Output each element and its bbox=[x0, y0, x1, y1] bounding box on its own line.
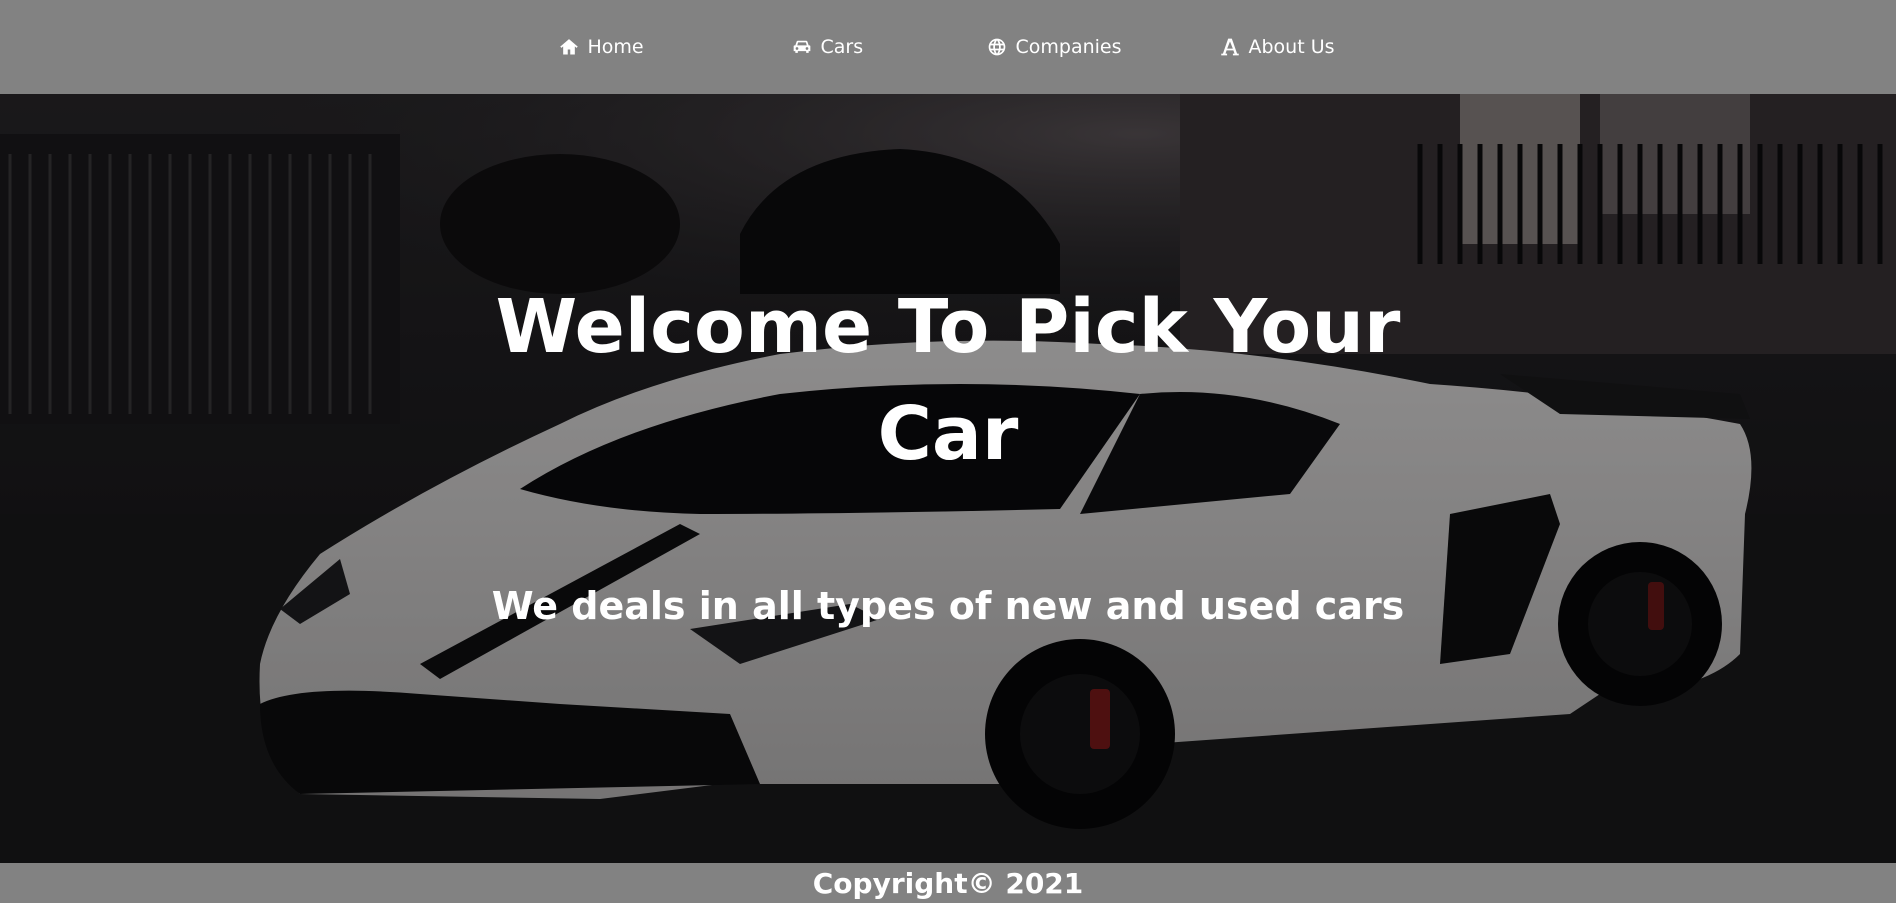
nav-label-about: About Us bbox=[1248, 36, 1335, 58]
home-icon bbox=[558, 36, 580, 58]
hero-title-line-1: Welcome To Pick Your bbox=[495, 284, 1401, 370]
nav-label-companies: Companies bbox=[1015, 36, 1122, 58]
nav-item-companies[interactable]: Companies bbox=[986, 36, 1219, 58]
nav-label-home: Home bbox=[587, 36, 644, 58]
nav-item-cars[interactable]: Cars bbox=[791, 36, 986, 58]
navbar: Home Cars Companies About Us bbox=[0, 0, 1896, 94]
nav-list: Home Cars Companies About Us bbox=[558, 36, 1339, 58]
nav-item-home[interactable]: Home bbox=[558, 36, 791, 58]
hero-title: Welcome To Pick Your Car bbox=[0, 274, 1896, 488]
nav-item-about[interactable]: About Us bbox=[1219, 36, 1339, 58]
globe-icon bbox=[986, 36, 1008, 58]
nav-label-cars: Cars bbox=[820, 36, 864, 58]
hero-section: Welcome To Pick Your Car We deals in all… bbox=[0, 94, 1896, 863]
font-a-icon bbox=[1219, 36, 1241, 58]
hero-title-line-2: Car bbox=[877, 391, 1019, 477]
car-icon bbox=[791, 36, 813, 58]
hero-subtitle: We deals in all types of new and used ca… bbox=[491, 584, 1405, 628]
copyright-text: Copyright© 2021 bbox=[812, 866, 1084, 900]
page: Home Cars Companies About Us Welcome To … bbox=[0, 0, 1896, 903]
footer: Copyright© 2021 bbox=[0, 863, 1896, 903]
